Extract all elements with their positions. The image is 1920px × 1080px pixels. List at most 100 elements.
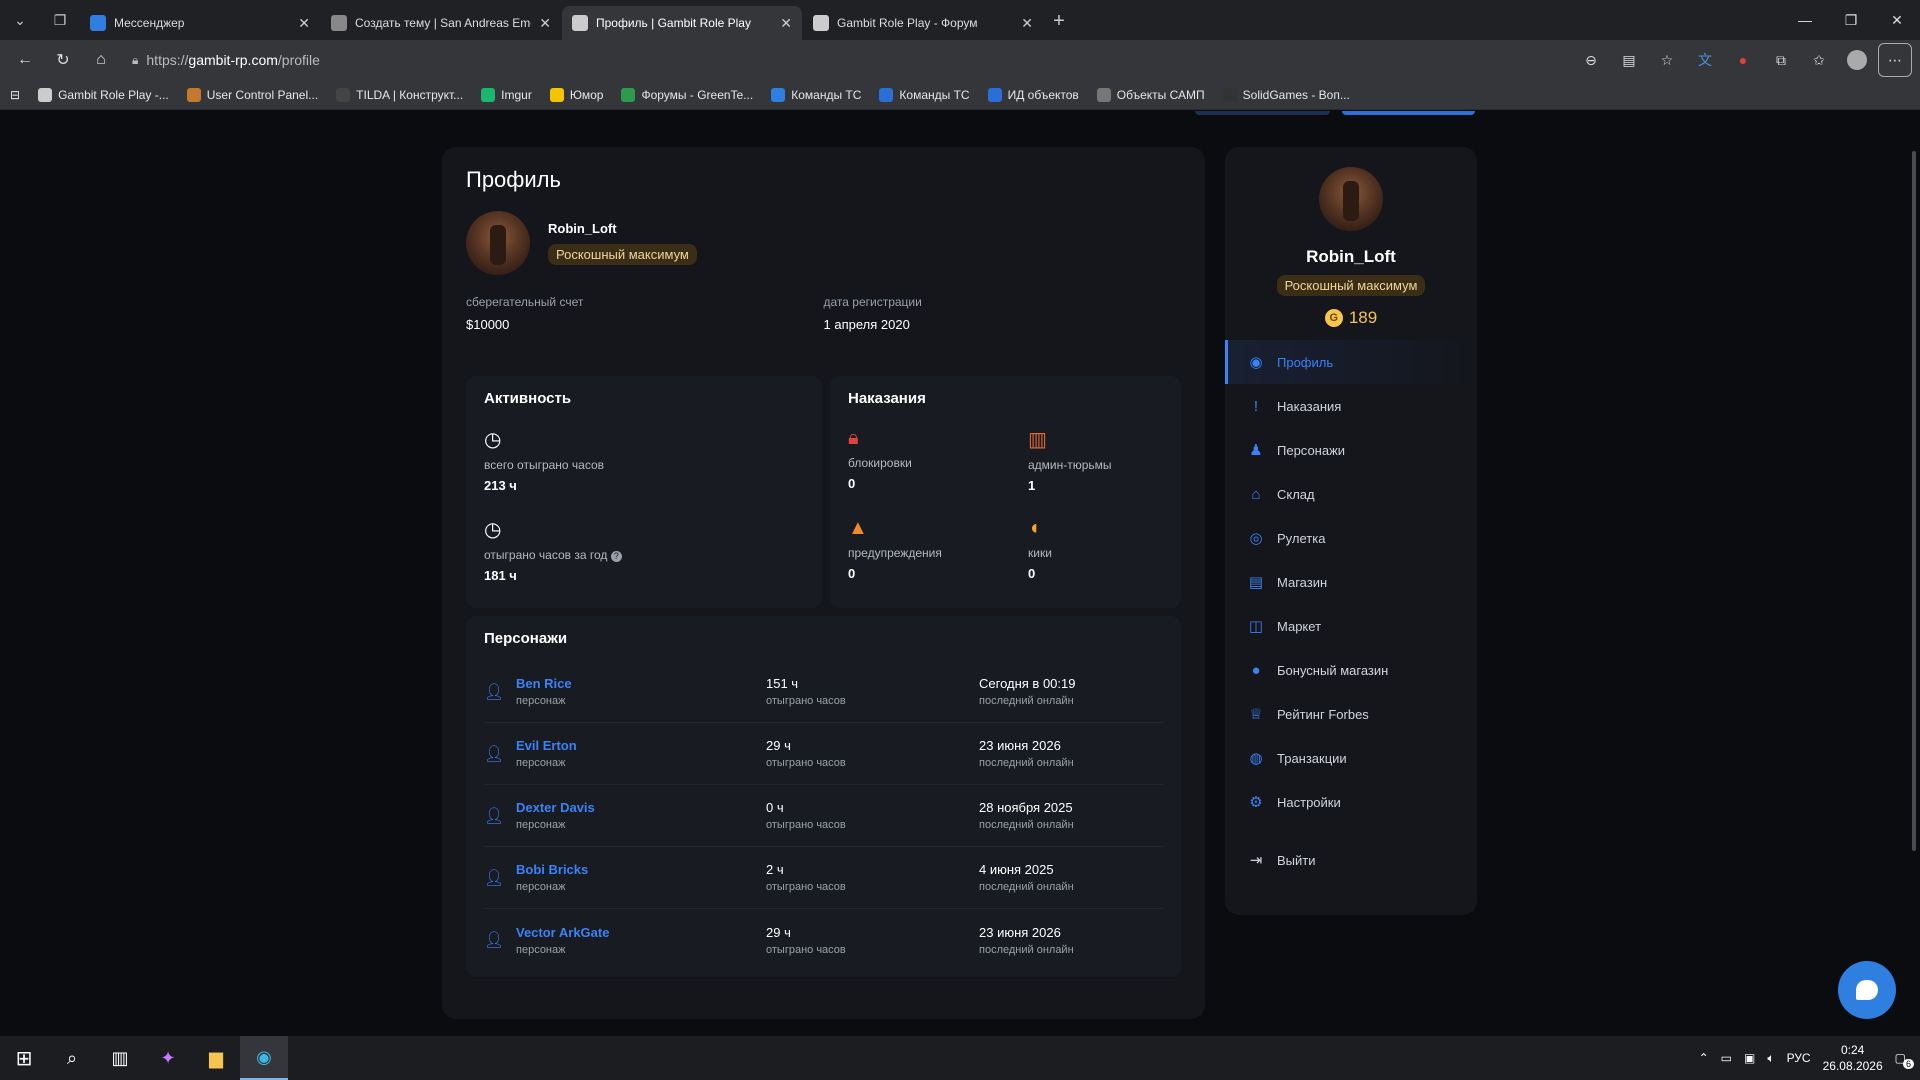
bookmark-item[interactable]: ИД объектов — [987, 87, 1079, 102]
favorites-icon[interactable]: ✩ — [1802, 43, 1836, 77]
search-icon[interactable]: ⌕ — [48, 1036, 96, 1080]
start-button[interactable]: ⊞ — [0, 1036, 48, 1080]
tab-close-icon[interactable]: ✕ — [1021, 15, 1033, 32]
punishments-card: Наказания 🔒︎ блокировки 0 ▥ админ-тюрьмы 1 ▲ пр… — [830, 376, 1181, 608]
tab-actions-menu-icon[interactable]: ⌄ — [0, 0, 40, 40]
bookmark-item[interactable]: Gambit Role Play -... — [38, 87, 169, 102]
character-row[interactable]: 👤︎ Ben Rice персонаж 151 ч отыграно часов Сег… — [484, 661, 1163, 723]
punishment-value: 0 — [848, 566, 856, 581]
bookmark-item[interactable]: Imgur — [481, 87, 532, 102]
character-name-link[interactable]: Evil Erton — [516, 738, 766, 753]
workspaces-icon[interactable]: ❐ — [40, 0, 80, 40]
close-window-button[interactable]: ✕ — [1874, 0, 1920, 40]
chevron-up-icon[interactable]: ⌃ — [1699, 1051, 1709, 1065]
sidebar-item[interactable]: ▤ Магазин — [1225, 560, 1477, 604]
logout-button[interactable]: ⇥ Выйти — [1225, 838, 1477, 882]
browser-tab[interactable]: Мессенджер ✕ — [80, 6, 320, 40]
task-view-icon[interactable]: ▥ — [96, 1036, 144, 1080]
punishment-label: предупреждения — [848, 546, 942, 560]
translate-icon[interactable]: 文 — [1688, 43, 1722, 77]
browser-tab[interactable]: Создать тему | San Andreas Emerg ✕ — [321, 6, 561, 40]
sidebar-item-label: Магазин — [1277, 574, 1328, 590]
bookmark-item[interactable]: Команды ТС — [771, 87, 861, 102]
tab-favicon-icon — [572, 15, 588, 31]
sidebar-item-label: Склад — [1277, 486, 1315, 502]
character-sub-label: персонаж — [516, 757, 566, 769]
characters-title: Персонажи — [484, 630, 568, 647]
user-circle-icon: ◉ — [1249, 354, 1263, 371]
edge-browser-icon[interactable]: ◉ — [240, 1036, 288, 1080]
bookmark-item[interactable]: TILDA | Конструкт... — [336, 87, 463, 102]
file-explorer-icon[interactable]: ▆ — [192, 1036, 240, 1080]
bookmarks-menu-icon[interactable]: ⊟ — [10, 88, 20, 102]
chat-button[interactable] — [1838, 961, 1896, 1019]
home-button[interactable]: ⌂ — [84, 43, 118, 77]
bookmark-item[interactable]: Команды ТС — [879, 87, 970, 102]
sidebar-item[interactable]: ◎ Рулетка — [1225, 516, 1477, 560]
back-button[interactable]: ← — [8, 43, 42, 77]
character-row[interactable]: 👤︎ Dexter Davis персонаж 0 ч отыграно часов 2… — [484, 785, 1163, 847]
character-name-link[interactable]: Vector ArkGate — [516, 925, 766, 940]
tab-close-icon[interactable]: ✕ — [298, 15, 310, 32]
sidebar-item-label: Персонажи — [1277, 442, 1346, 458]
bookmark-label: ИД объектов — [1007, 87, 1079, 102]
network-icon[interactable]: ▭ — [1721, 1051, 1732, 1065]
sidebar-item[interactable]: ● Бонусный магазин — [1225, 648, 1477, 692]
zoom-icon[interactable]: ⊖ — [1574, 43, 1608, 77]
activity-total: ◷ всего отыграно часов 213 ч — [484, 427, 804, 493]
extension-icon[interactable]: ● — [1726, 43, 1760, 77]
notifications-icon[interactable]: ▢ 6 — [1895, 1051, 1914, 1069]
bookmark-item[interactable]: Объекты САМП — [1096, 87, 1205, 102]
sidebar: Robin_Loft Роскошный максимум G 189 ◉ Про… — [1225, 147, 1477, 915]
kick-icon: ◖ — [1028, 517, 1041, 539]
logout-icon: ⇥ — [1249, 852, 1263, 869]
minimize-button[interactable]: — — [1782, 0, 1828, 40]
bookmark-item[interactable]: Юмор — [549, 87, 603, 102]
character-name-link[interactable]: Ben Rice — [516, 676, 766, 691]
help-icon[interactable]: ? — [610, 551, 622, 562]
tab-close-icon[interactable]: ✕ — [539, 15, 551, 32]
header-accent — [1195, 111, 1330, 115]
favorite-star-icon[interactable]: ☆ — [1650, 43, 1684, 77]
sidebar-item[interactable]: ! Наказания — [1225, 384, 1477, 428]
bookmark-item[interactable]: Форумы - GreenTe... — [621, 87, 753, 102]
registration-label: дата регистрации — [823, 295, 922, 309]
language-indicator[interactable]: РУС — [1787, 1051, 1811, 1065]
character-row[interactable]: 👤︎ Bobi Bricks персонаж 2 ч отыграно часов 4 … — [484, 847, 1163, 909]
character-row[interactable]: 👤︎ Vector ArkGate персонаж 29 ч отыграно час… — [484, 909, 1163, 971]
reader-mode-icon[interactable]: ▤ — [1612, 43, 1646, 77]
person-icon: 👤︎ — [484, 745, 505, 763]
tab-label: Создать тему | San Andreas Emerg — [355, 16, 532, 30]
character-info: Dexter Davis персонаж — [516, 800, 766, 831]
volume-icon[interactable]: 🔈︎ — [1767, 1051, 1774, 1066]
sidebar-item[interactable]: ◉ Профиль — [1225, 340, 1477, 384]
tab-close-icon[interactable]: ✕ — [780, 15, 792, 32]
sidebar-item-label: Рейтинг Forbes — [1277, 706, 1369, 722]
character-name-link[interactable]: Dexter Davis — [516, 800, 766, 815]
sidebar-status-badge: Роскошный максимум — [1276, 275, 1426, 296]
page-scrollbar[interactable] — [1912, 151, 1916, 851]
character-row[interactable]: 👤︎ Evil Erton персонаж 29 ч отыграно часов 23… — [484, 723, 1163, 785]
sidebar-item[interactable]: ⚙ Настройки — [1225, 780, 1477, 824]
url-input[interactable]: 🔒︎ https://gambit-rp.com/profile — [122, 44, 1560, 76]
browser-tab[interactable]: Gambit Role Play - Форум ✕ — [803, 6, 1043, 40]
display-icon[interactable]: ▣ — [1744, 1051, 1755, 1065]
bookmark-item[interactable]: User Control Panel... — [186, 87, 318, 102]
bookmark-item[interactable]: SolidGames - Воп... — [1222, 87, 1350, 102]
copilot-icon[interactable]: ✦ — [144, 1036, 192, 1080]
profile-avatar-icon[interactable] — [1840, 43, 1874, 77]
extensions-icon[interactable]: ⧉ — [1764, 43, 1798, 77]
sidebar-item[interactable]: ◍ Транзакции — [1225, 736, 1477, 780]
sidebar-item[interactable]: ♟ Персонажи — [1225, 428, 1477, 472]
sidebar-item[interactable]: ⌂ Склад — [1225, 472, 1477, 516]
browser-tab[interactable]: Профиль | Gambit Role Play ✕ — [562, 6, 802, 40]
clock[interactable]: 0:24 26.08.2026 — [1823, 1042, 1883, 1074]
new-tab-button[interactable]: + — [1044, 6, 1074, 36]
restore-button[interactable]: ❐ — [1828, 0, 1874, 40]
more-menu-icon[interactable]: ⋯ — [1878, 43, 1912, 77]
bookmark-label: Gambit Role Play -... — [58, 87, 169, 102]
sidebar-item[interactable]: ♕ Рейтинг Forbes — [1225, 692, 1477, 736]
sidebar-item[interactable]: ◫ Маркет — [1225, 604, 1477, 648]
character-name-link[interactable]: Bobi Bricks — [516, 862, 766, 877]
reload-button[interactable]: ↻ — [46, 43, 80, 77]
